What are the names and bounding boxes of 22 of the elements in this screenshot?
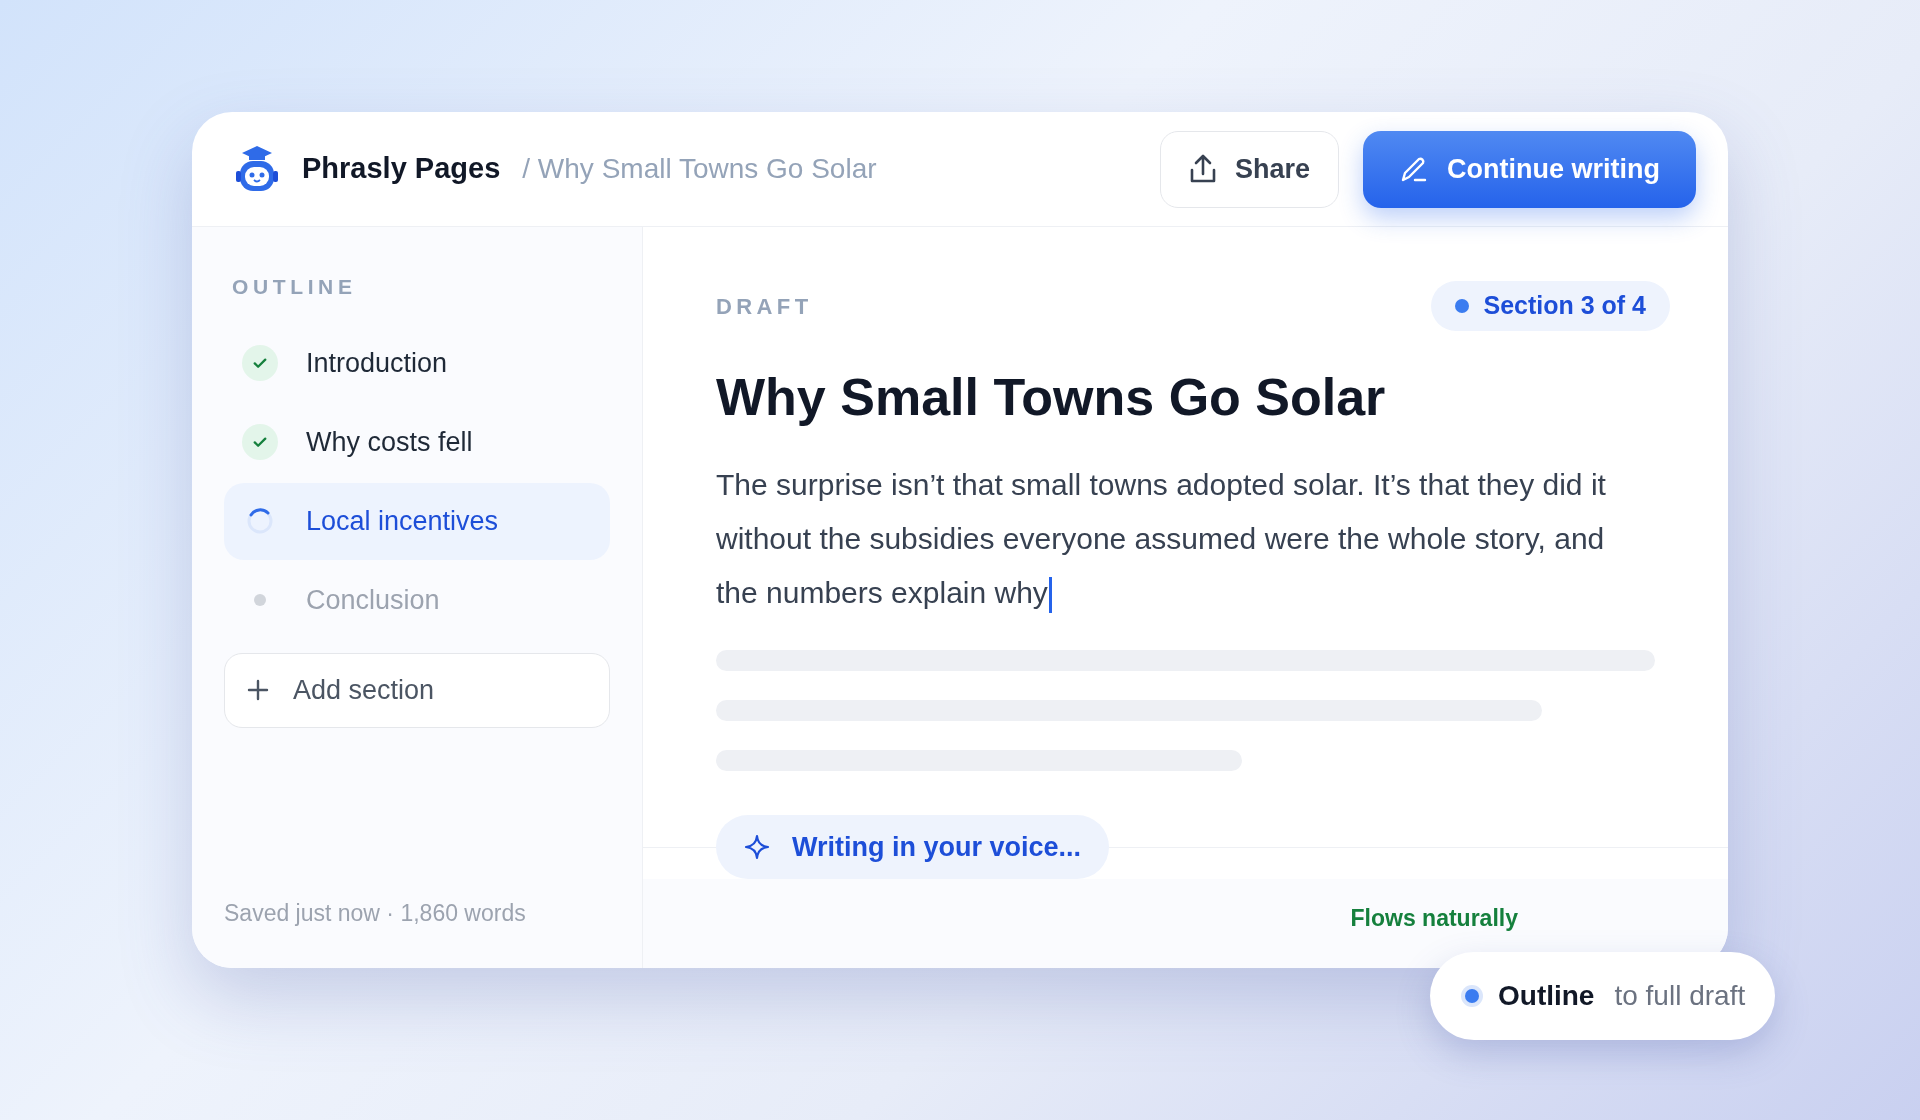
breadcrumb: / Why Small Towns Go Solar <box>522 152 877 186</box>
share-button[interactable]: Share <box>1160 130 1340 208</box>
outline-heading: OUTLINE <box>232 274 358 300</box>
progress-from: Outline <box>1498 979 1595 1013</box>
progress-to: to full draft <box>1614 979 1746 1013</box>
quality-note: Flows naturally <box>1350 904 1518 933</box>
plus-icon <box>247 679 269 701</box>
outline-item[interactable]: Introduction <box>224 324 610 402</box>
section-badge: Section 3 of 4 <box>1431 281 1670 331</box>
sparkle-icon <box>744 834 770 860</box>
outline-item[interactable]: Why costs fell <box>224 403 610 481</box>
app-name: Phrasly Pages <box>302 151 501 187</box>
outline-item[interactable]: Local incentives <box>224 482 610 560</box>
continue-writing-button[interactable]: Continue writing <box>1363 130 1696 208</box>
status-dot-icon <box>1460 984 1484 1008</box>
draft-body: The surprise isn’t that small towns adopted solar. It’s that they did it without the subsidies everyone assumed were the whole story, and the numbers explain why <box>716 458 1655 620</box>
add-section-button[interactable]: Add section <box>224 652 610 728</box>
draft-title: Why Small Towns Go Solar <box>716 367 1387 428</box>
share-icon <box>1189 153 1217 185</box>
writing-status: Writing in your voice... <box>716 815 1110 879</box>
draft-label: DRAFT <box>716 292 813 321</box>
save-status: Saved just now · 1,860 words <box>224 898 527 928</box>
